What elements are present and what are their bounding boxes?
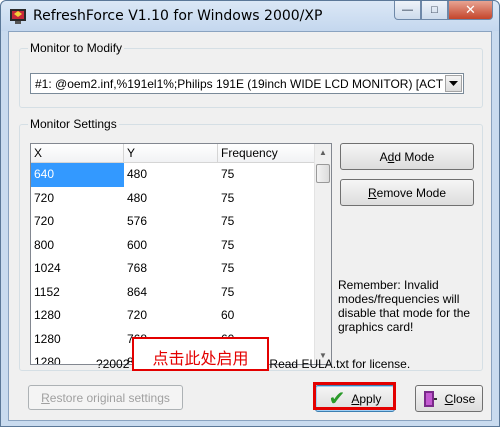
cell-y: 720 — [127, 308, 148, 322]
table-row[interactable]: 1280 720 60 — [31, 304, 316, 328]
list-header: X Y Frequency — [31, 144, 316, 163]
cell-y: 864 — [127, 284, 148, 299]
table-row[interactable]: 720 480 75 — [31, 187, 316, 211]
table-row[interactable]: 640 480 75 — [31, 163, 316, 187]
cell-x: 1280 — [34, 331, 61, 346]
column-header-y[interactable]: Y — [124, 144, 218, 163]
column-header-frequency[interactable]: Frequency — [218, 144, 316, 163]
restore-label: Restore original settings — [41, 390, 170, 405]
monitor-group-legend: Monitor to Modify — [28, 41, 125, 55]
list-rows: 640 480 75 720 480 75 720 576 75 800 600 — [31, 163, 316, 364]
add-mode-button[interactable]: Add Mode — [340, 143, 474, 170]
cell-y: 600 — [127, 237, 148, 252]
cell-frequency: 75 — [221, 261, 235, 275]
cell-y: 480 — [127, 167, 148, 181]
table-row[interactable]: 720 576 75 — [31, 210, 316, 234]
cell-frequency: 75 — [221, 190, 235, 205]
annotation-text: 点击此处启用 — [152, 349, 249, 368]
cell-frequency: 75 — [221, 284, 235, 299]
window-title: RefreshForce V1.10 for Windows 2000/XP — [33, 8, 323, 24]
cell-x: 720 — [34, 214, 55, 228]
cell-x: 1024 — [34, 261, 61, 275]
remember-note: Remember: Invalid modes/frequencies will… — [338, 278, 471, 334]
cell-x: 720 — [34, 190, 55, 205]
title-bar[interactable]: RefreshForce V1.10 for Windows 2000/XP —… — [1, 1, 499, 31]
cell-frequency: 75 — [221, 237, 235, 252]
cell-frequency: 75 — [221, 167, 235, 181]
cell-x: 1280 — [34, 308, 61, 322]
monitor-select[interactable]: #1: @oem2.inf,%191el1%;Philips 191E (19i… — [30, 73, 464, 94]
close-button[interactable]: Close — [415, 385, 483, 412]
dropdown-button[interactable] — [445, 75, 462, 92]
cell-y: 576 — [127, 214, 148, 228]
add-mode-label: Add Mode — [379, 149, 435, 164]
cell-x: 640 — [31, 163, 124, 187]
vertical-scrollbar[interactable]: ▲ ▼ — [314, 144, 331, 364]
cell-y: 768 — [127, 261, 148, 275]
restore-original-settings-button[interactable]: Restore original settings — [28, 385, 183, 410]
caption-buttons: — □ ✕ — [394, 1, 493, 21]
close-label: Close — [444, 391, 476, 406]
scroll-up-icon[interactable]: ▲ — [315, 144, 331, 161]
column-header-x[interactable]: X — [31, 144, 124, 163]
table-row[interactable]: 1024 768 75 — [31, 257, 316, 281]
minimize-icon: — — [402, 4, 413, 16]
app-window: RefreshForce V1.10 for Windows 2000/XP —… — [0, 0, 500, 427]
door-exit-icon — [423, 390, 437, 407]
maximize-icon: □ — [431, 4, 438, 16]
close-icon: ✕ — [465, 2, 476, 17]
maximize-button[interactable]: □ — [421, 1, 448, 20]
cell-x: 800 — [34, 237, 55, 252]
table-row[interactable]: 800 600 75 — [31, 234, 316, 258]
remove-mode-button[interactable]: Remove Mode — [340, 179, 474, 206]
remove-mode-label: Remove Mode — [367, 185, 447, 200]
cell-x: 1152 — [34, 284, 60, 299]
monitor-select-value: #1: @oem2.inf,%191el1%;Philips 191E (19i… — [35, 77, 443, 91]
close-window-button[interactable]: ✕ — [448, 1, 493, 20]
table-row[interactable]: 1152 864 75 — [31, 281, 316, 305]
scroll-thumb[interactable] — [316, 164, 330, 183]
apply-highlight-box — [313, 382, 396, 410]
settings-group-legend: Monitor Settings — [28, 117, 119, 131]
annotation-callout: 点击此处启用 — [132, 337, 269, 371]
minimize-button[interactable]: — — [394, 1, 421, 20]
cell-frequency: 60 — [221, 308, 235, 322]
chevron-down-icon — [449, 80, 458, 86]
cell-y: 480 — [127, 190, 148, 205]
app-icon — [10, 9, 26, 24]
modes-list[interactable]: X Y Frequency 640 480 75 720 480 75 720 … — [30, 143, 332, 365]
cell-frequency: 75 — [221, 214, 235, 228]
